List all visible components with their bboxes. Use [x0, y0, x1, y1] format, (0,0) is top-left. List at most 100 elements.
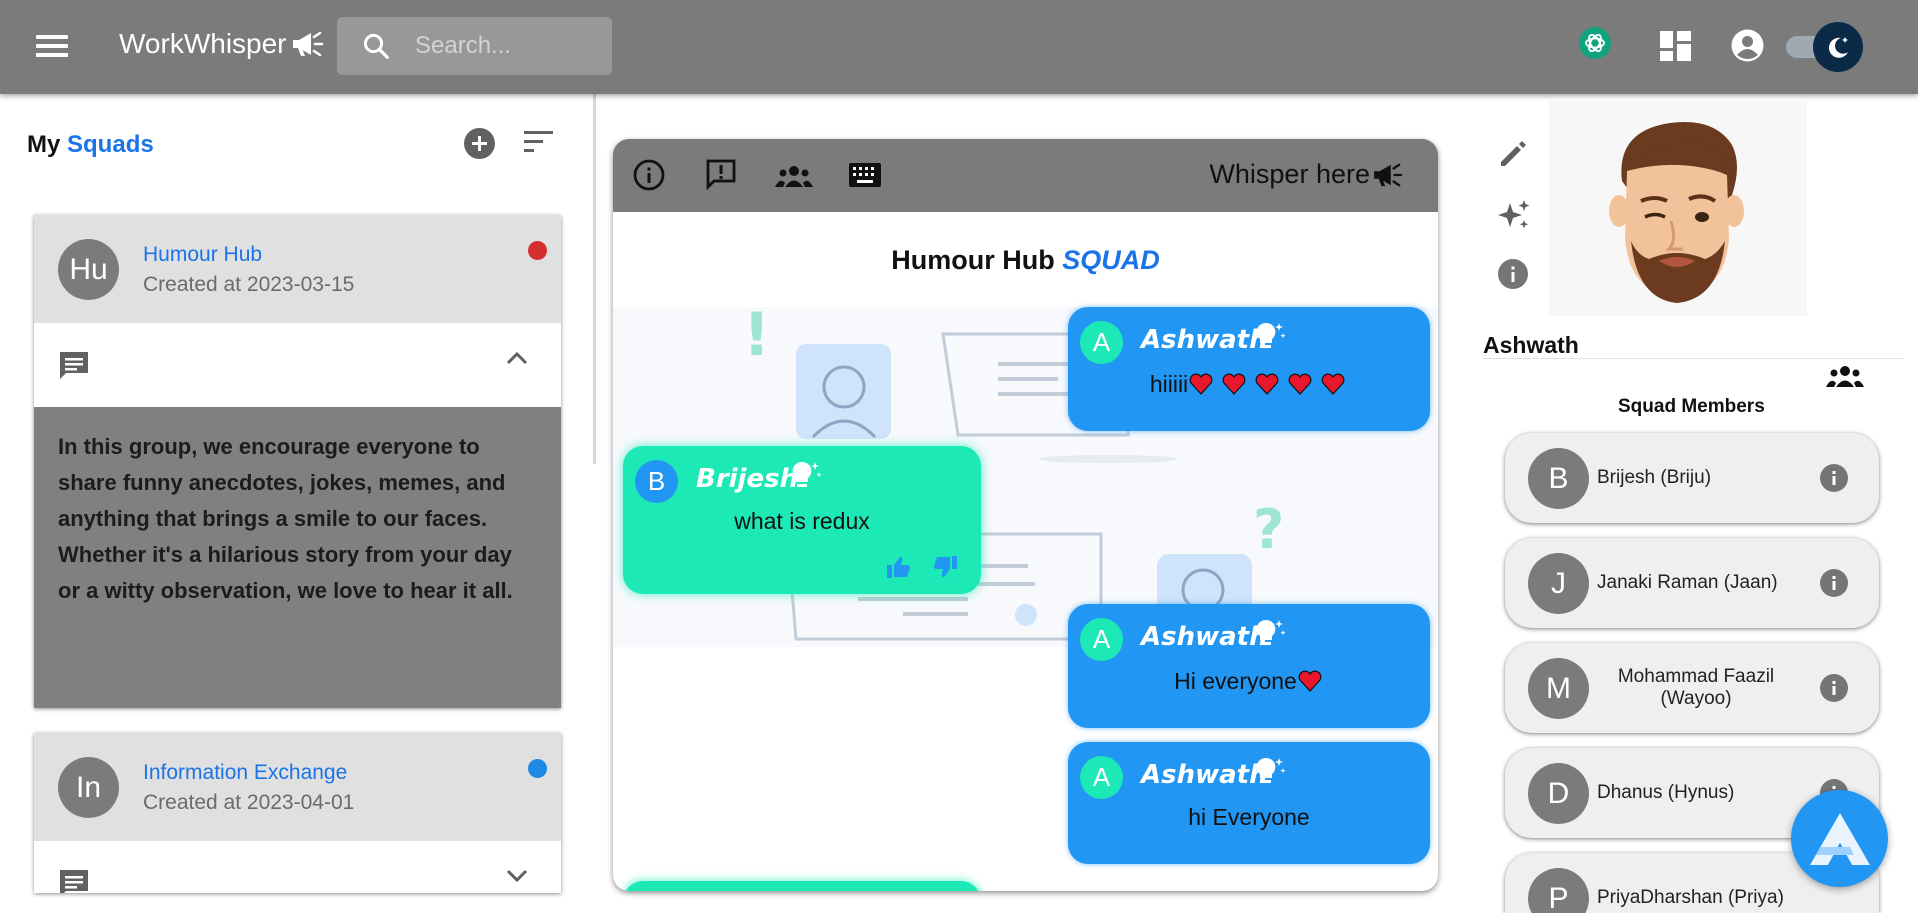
app-name: WorkWhisper: [119, 28, 287, 59]
message-text: Hi everyone: [1174, 668, 1297, 694]
member-avatar: D: [1528, 763, 1589, 824]
squad-created-date: Created at 2023-03-15: [143, 273, 355, 296]
divider: [1483, 358, 1903, 359]
assistant-fab-button[interactable]: [1791, 790, 1888, 887]
squad-members-title: Squad Members: [1618, 396, 1765, 417]
svg-text:?: ?: [1253, 498, 1284, 561]
sort-button[interactable]: [524, 130, 554, 159]
menu-icon[interactable]: [34, 30, 70, 62]
profile-picture-frame: [1549, 101, 1807, 316]
megaphone-icon: [1374, 163, 1403, 186]
edit-icon[interactable]: [1497, 138, 1529, 170]
message-bubble-partial[interactable]: [623, 881, 981, 891]
member-info-icon[interactable]: [1819, 463, 1849, 493]
member-name: Mohammad Faazil (Wayoo): [1617, 666, 1775, 709]
sender-name: Ashwath: [1141, 622, 1268, 652]
info-icon[interactable]: [633, 159, 665, 191]
message-bubble[interactable]: B Brijesh what is redux: [623, 446, 981, 594]
panel-divider: [593, 94, 596, 464]
lightbulb-icon[interactable]: [1252, 319, 1288, 360]
message-text: what is redux: [734, 508, 870, 534]
squad-name[interactable]: Information Exchange: [143, 761, 347, 785]
add-squad-button[interactable]: [463, 127, 496, 165]
squad-card-header[interactable]: Hu Humour Hub Created at 2023-03-15: [34, 215, 561, 323]
lightbulb-icon[interactable]: [1252, 754, 1288, 795]
squad-chat-title: Humour Hub SQUAD: [613, 245, 1438, 276]
squad-created-date: Created at 2023-04-01: [143, 791, 355, 814]
squad-expand-bar[interactable]: [34, 841, 561, 893]
top-app-bar: WorkWhisper: [0, 0, 1918, 94]
toggle-knob: [1813, 22, 1863, 72]
reaction-buttons: [887, 556, 957, 578]
lightbulb-icon[interactable]: [1252, 616, 1288, 657]
member-card[interactable]: M Mohammad Faazil (Wayoo): [1505, 643, 1879, 733]
heart-emoji: [1297, 668, 1324, 695]
dashboard-icon[interactable]: [1660, 31, 1691, 61]
title-accent: Squads: [67, 131, 154, 158]
message-bubble[interactable]: A Ashwath hiiiii: [1068, 307, 1430, 431]
squad-avatar: Hu: [58, 239, 119, 300]
sparkle-icon[interactable]: [1497, 198, 1531, 232]
search-input[interactable]: [415, 32, 585, 60]
account-icon[interactable]: [1731, 29, 1764, 62]
message-icon: [60, 352, 88, 379]
squad-description: In this group, we encourage everyone to …: [34, 407, 561, 708]
profile-info-icon[interactable]: [1497, 258, 1529, 290]
openai-icon[interactable]: [1578, 26, 1612, 60]
search-icon: [363, 33, 389, 59]
member-avatar: P: [1528, 868, 1589, 913]
chat-messages-area[interactable]: ! ? Humour Hub SQUAD A Ashwath hiiiii B …: [613, 212, 1438, 891]
chat-toolbar: Whisper here: [613, 139, 1438, 212]
thumbs-down-icon[interactable]: [933, 556, 957, 578]
message-bubble[interactable]: A Ashwath hi Everyone: [1068, 742, 1430, 864]
chevron-down-icon[interactable]: [506, 869, 528, 883]
sender-name: Brijesh: [696, 464, 799, 494]
member-avatar: M: [1528, 658, 1589, 719]
group-icon[interactable]: [775, 165, 813, 187]
search-bar[interactable]: [337, 17, 612, 75]
whisper-here-button[interactable]: Whisper here: [1209, 159, 1404, 190]
member-card[interactable]: B Brijesh (Briju): [1505, 433, 1879, 523]
member-info-icon[interactable]: [1819, 673, 1849, 703]
sender-avatar: A: [1080, 756, 1123, 799]
squad-card-information-exchange: In Information Exchange Created at 2023-…: [34, 733, 561, 893]
app-brand[interactable]: WorkWhisper: [119, 28, 325, 60]
member-name: Janaki Raman (Jaan): [1597, 572, 1778, 593]
thumbs-up-icon[interactable]: [887, 556, 911, 578]
squad-name[interactable]: Humour Hub: [143, 243, 262, 267]
workwhisper-app: WorkWhisper Search... My Squads Hu Humou…: [0, 0, 1918, 913]
message-bubble[interactable]: A Ashwath Hi everyone: [1068, 604, 1430, 728]
member-avatar: B: [1528, 448, 1589, 509]
memoji-avatar: [1609, 121, 1744, 303]
keyboard-icon[interactable]: [849, 163, 881, 187]
whisper-here-label: Whisper here: [1209, 159, 1370, 189]
member-avatar: J: [1528, 553, 1589, 614]
squad-card-header[interactable]: In Information Exchange Created at 2023-…: [34, 733, 561, 841]
my-squads-title: My Squads: [27, 131, 154, 159]
member-name: Brijesh (Briju): [1597, 467, 1712, 488]
sort-icon: [524, 131, 553, 152]
message-text-wrap: Hi everyone: [1068, 668, 1430, 695]
chevron-up-icon[interactable]: [506, 351, 528, 365]
squad-chat-name: Humour Hub: [891, 245, 1055, 275]
status-dot: [528, 241, 547, 260]
message-text: hi Everyone: [1188, 804, 1310, 830]
squad-chat-suffix: SQUAD: [1062, 245, 1160, 275]
member-info-icon[interactable]: [1819, 568, 1849, 598]
message-text-wrap: hiiiii: [1068, 371, 1430, 398]
sender-name: Ashwath: [1141, 325, 1268, 355]
squad-avatar: In: [58, 757, 119, 818]
title-prefix: My: [27, 131, 61, 158]
add-circle-icon: [464, 128, 495, 159]
profile-name: Ashwath: [1483, 332, 1579, 358]
lightbulb-icon[interactable]: [788, 458, 824, 499]
status-dot: [528, 759, 547, 778]
feedback-icon[interactable]: [705, 158, 737, 190]
member-card[interactable]: J Janaki Raman (Jaan): [1505, 538, 1879, 628]
sender-name: Ashwath: [1141, 760, 1268, 790]
logo-a-icon: [1809, 812, 1870, 865]
squad-expand-bar[interactable]: [34, 323, 561, 407]
svg-text:!: !: [743, 300, 770, 370]
group-icon[interactable]: [1826, 365, 1864, 392]
dark-mode-toggle[interactable]: [1786, 22, 1863, 72]
